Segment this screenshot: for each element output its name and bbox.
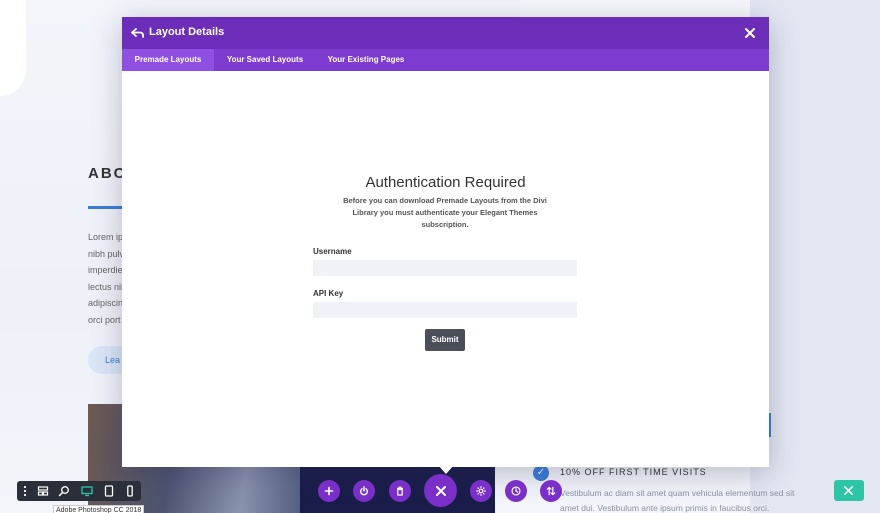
checkmark-icon: ✓ xyxy=(533,465,549,481)
about-paragraph: Lorem ip nibh pulv imperdie lectus nil a… xyxy=(88,229,124,328)
modal-header: Layout Details xyxy=(122,17,769,49)
auth-title: Authentication Required xyxy=(365,174,526,191)
close-icon[interactable] xyxy=(742,25,758,41)
modal-title: Layout Details xyxy=(149,26,225,38)
tab-saved-layouts[interactable]: Your Saved Layouts xyxy=(219,49,311,71)
tablet-icon[interactable] xyxy=(103,485,115,497)
desktop-icon[interactable] xyxy=(81,485,93,497)
auth-description: Before you can download Premade Layouts … xyxy=(343,196,547,229)
history-icon xyxy=(511,486,521,496)
background-corner-shape xyxy=(0,0,26,96)
close-icon xyxy=(435,485,446,496)
trash-icon xyxy=(397,486,403,496)
close-builder-button[interactable] xyxy=(424,474,457,507)
photoshop-label: Adobe Photoshop CC 2018 xyxy=(53,505,145,513)
paragraph-line: orci port xyxy=(88,314,121,325)
paragraph-line: nibh pulv xyxy=(88,248,125,259)
api-key-label: API Key xyxy=(313,289,344,298)
layout-details-modal: Layout Details Premade Layouts Your Save… xyxy=(122,17,769,467)
builder-view-toolbar xyxy=(17,481,141,501)
heading-divider xyxy=(88,206,124,209)
modal-pointer xyxy=(438,465,454,474)
back-icon[interactable] xyxy=(130,25,146,41)
history-button[interactable] xyxy=(505,480,527,502)
power-icon xyxy=(360,486,368,496)
add-button[interactable] xyxy=(318,480,340,502)
sort-icon xyxy=(546,486,556,496)
power-button[interactable] xyxy=(353,480,375,502)
tab-premade-layouts[interactable]: Premade Layouts xyxy=(122,49,214,71)
portability-button[interactable] xyxy=(540,480,562,502)
settings-button[interactable] xyxy=(470,480,492,502)
username-input[interactable] xyxy=(313,260,577,276)
tab-existing-pages[interactable]: Your Existing Pages xyxy=(322,49,410,71)
offer-text: Vestibulum ac diam sit amet quam vehicul… xyxy=(560,488,795,513)
exit-builder-button[interactable] xyxy=(834,480,864,501)
close-icon xyxy=(844,486,853,495)
api-key-input[interactable] xyxy=(313,302,577,318)
paragraph-line: adipiscin xyxy=(88,298,124,308)
more-vertical-icon[interactable] xyxy=(19,485,31,497)
trash-button[interactable] xyxy=(389,480,411,502)
zoom-icon[interactable] xyxy=(58,485,70,497)
paragraph-line: lectus nil xyxy=(88,281,124,292)
settings-icon xyxy=(476,486,486,496)
paragraph-line: Lorem ip xyxy=(88,232,124,242)
paragraph-line: imperdie xyxy=(88,265,123,275)
tab-bar: Premade Layouts Your Saved Layouts Your … xyxy=(122,49,769,71)
about-heading: ABC xyxy=(88,165,127,182)
phone-icon[interactable] xyxy=(124,485,136,497)
add-icon xyxy=(324,486,334,496)
offer-title: 10% OFF FIRST TIME VISITS xyxy=(560,467,707,477)
username-label: Username xyxy=(313,247,352,256)
submit-button[interactable]: Submit xyxy=(425,329,465,351)
wireframe-icon[interactable] xyxy=(37,485,49,497)
